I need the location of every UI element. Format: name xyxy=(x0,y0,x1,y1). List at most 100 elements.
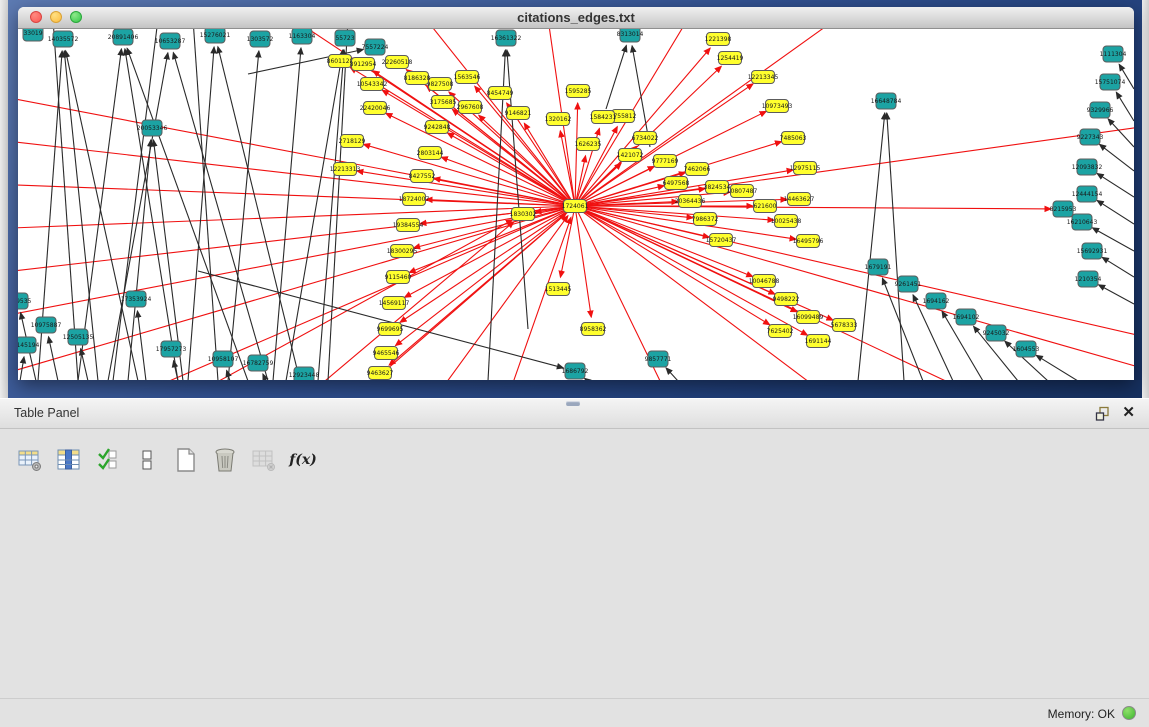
graph-node-16782759[interactable]: 16782759 xyxy=(243,355,274,371)
graph-node-2803144[interactable]: 2803144 xyxy=(417,147,444,160)
memory-status-icon[interactable] xyxy=(1122,706,1136,720)
graph-node-18724007[interactable]: 18724007 xyxy=(399,193,430,206)
graph-node-9465546[interactable]: 9465546 xyxy=(373,347,400,360)
graph-node-1145194[interactable]: 1145194 xyxy=(18,337,40,353)
graph-node-14569117[interactable]: 14569117 xyxy=(379,297,410,310)
graph-node-10973493[interactable]: 10973493 xyxy=(762,100,793,113)
graph-node-17353924[interactable]: 17353924 xyxy=(121,291,152,307)
graph-node-6497568[interactable]: 6497568 xyxy=(663,177,690,190)
graph-node-1691144[interactable]: 1691144 xyxy=(805,335,832,348)
row-height-icon[interactable] xyxy=(133,446,161,474)
graph-node-14035572[interactable]: 14035572 xyxy=(48,31,79,47)
graph-node-10807487[interactable]: 10807487 xyxy=(727,185,758,198)
graph-node-1210354[interactable]: 1210354 xyxy=(1075,271,1102,287)
graph-node-10543342[interactable]: 10543342 xyxy=(357,78,388,91)
graph-node-1604553[interactable]: 1604553 xyxy=(1013,341,1040,357)
graph-node-1421072[interactable]: 1421072 xyxy=(617,149,644,162)
graph-node-7557224[interactable]: 7557224 xyxy=(362,39,389,55)
graph-node-1584231[interactable]: 1584231 xyxy=(590,111,617,124)
graph-node-7625402[interactable]: 7625402 xyxy=(767,325,794,338)
new-table-icon[interactable] xyxy=(172,446,200,474)
graph-node-8912954[interactable]: 8912954 xyxy=(350,58,377,71)
graph-node-9827508[interactable]: 9827508 xyxy=(427,78,454,91)
graph-node-9242848[interactable]: 9242848 xyxy=(424,121,451,134)
graph-node-2069535[interactable]: 2069535 xyxy=(18,293,32,309)
graph-node-12923448[interactable]: 12923448 xyxy=(289,367,320,380)
graph-node-1686792[interactable]: 1686792 xyxy=(562,363,589,379)
graph-node-15692931[interactable]: 15692931 xyxy=(1077,243,1108,259)
graph-node-1320162[interactable]: 1320162 xyxy=(545,113,572,126)
graph-node-1830302[interactable]: 1830302 xyxy=(510,208,537,221)
graph-node-5678333[interactable]: 5678333 xyxy=(831,319,858,332)
select-rows-icon[interactable] xyxy=(94,446,122,474)
network-canvas[interactable]: 3301914035572208914061065328715276021130… xyxy=(18,29,1134,380)
graph-node-1163304[interactable]: 1163304 xyxy=(289,29,316,44)
graph-node-55723[interactable]: 55723 xyxy=(335,30,355,46)
graph-node-16361322[interactable]: 16361322 xyxy=(491,30,522,46)
graph-node-14463627[interactable]: 14463627 xyxy=(784,193,815,206)
delete-table-icon[interactable] xyxy=(211,446,239,474)
graph-node-12975115[interactable]: 12975115 xyxy=(790,162,821,175)
graph-node-1724061[interactable]: 1724061 xyxy=(562,200,589,213)
graph-node-9777169[interactable]: 9777169 xyxy=(652,155,679,168)
network-window-titlebar[interactable]: citations_edges.txt xyxy=(18,7,1134,29)
function-builder-icon[interactable]: f(x) xyxy=(289,446,317,474)
graph-node-1626235[interactable]: 1626235 xyxy=(575,138,602,151)
graph-node-16099489[interactable]: 16099489 xyxy=(793,311,824,324)
graph-node-33019[interactable]: 33019 xyxy=(23,29,43,41)
graph-node-10025438[interactable]: 10025438 xyxy=(771,215,802,228)
graph-node-7485063[interactable]: 7485063 xyxy=(780,132,807,145)
graph-node-1694162[interactable]: 1694162 xyxy=(923,293,950,309)
graph-node-15751074[interactable]: 15751074 xyxy=(1095,74,1126,90)
graph-node-1595285[interactable]: 1595285 xyxy=(565,85,592,98)
graph-node-12093832[interactable]: 12093832 xyxy=(1072,159,1103,175)
graph-node-9227343[interactable]: 9227343 xyxy=(1077,129,1104,145)
graph-node-10653287[interactable]: 10653287 xyxy=(155,33,186,49)
float-window-icon[interactable] xyxy=(1095,406,1111,422)
graph-node-9857771[interactable]: 9857771 xyxy=(645,351,672,367)
graph-node-1513445[interactable]: 1513445 xyxy=(545,283,572,296)
graph-node-9245032[interactable]: 9245032 xyxy=(983,325,1010,341)
graph-node-8215953[interactable]: 8215953 xyxy=(1050,201,1077,217)
graph-node-10046788[interactable]: 10046788 xyxy=(749,275,780,288)
graph-node-1221398[interactable]: 1221398 xyxy=(705,33,732,46)
graph-node-9498222[interactable]: 9498222 xyxy=(773,293,800,306)
graph-node-8186328[interactable]: 8186328 xyxy=(404,72,431,85)
table-settings-icon[interactable] xyxy=(16,446,44,474)
graph-node-9699695[interactable]: 9699695 xyxy=(377,323,404,336)
graph-node-1679191[interactable]: 1679191 xyxy=(865,259,892,275)
graph-node-9261451[interactable]: 9261451 xyxy=(895,276,922,292)
graph-node-16495796[interactable]: 16495796 xyxy=(793,235,824,248)
graph-node-6734022[interactable]: 6734022 xyxy=(632,132,659,145)
graph-node-7462066[interactable]: 7462066 xyxy=(684,163,711,176)
graph-node-1254419[interactable]: 1254419 xyxy=(717,52,744,65)
graph-node-20364436[interactable]: 20364436 xyxy=(675,195,706,208)
graph-node-12444154[interactable]: 12444154 xyxy=(1072,186,1103,202)
graph-node-8454749[interactable]: 8454749 xyxy=(487,87,514,100)
graph-node-22420046[interactable]: 22420046 xyxy=(360,102,391,115)
graph-node-1694102[interactable]: 1694102 xyxy=(953,309,980,325)
graph-node-9146821[interactable]: 9146821 xyxy=(505,107,532,120)
graph-node-8427552[interactable]: 8427552 xyxy=(409,170,436,183)
graph-node-10975887[interactable]: 10975887 xyxy=(31,317,62,333)
graph-node-20053346[interactable]: 20053346 xyxy=(137,120,168,136)
splitter-handle[interactable] xyxy=(566,401,580,406)
graph-node-12213313[interactable]: 12213313 xyxy=(330,163,361,176)
network-svg[interactable]: 3301914035572208914061065328715276021130… xyxy=(18,29,1134,380)
graph-node-3175685[interactable]: 3175685 xyxy=(430,96,457,109)
graph-node-12213345[interactable]: 12213345 xyxy=(748,71,779,84)
graph-node-22260518[interactable]: 22260518 xyxy=(382,56,413,69)
graph-node-9115460[interactable]: 9115460 xyxy=(385,271,412,284)
graph-node-1563546[interactable]: 1563546 xyxy=(454,71,481,84)
graph-node-1111304[interactable]: 1111304 xyxy=(1100,46,1127,62)
graph-node-19384554[interactable]: 19384554 xyxy=(393,219,424,232)
graph-node-18300295[interactable]: 18300295 xyxy=(387,245,418,258)
close-panel-icon[interactable]: ✕ xyxy=(1122,403,1135,421)
graph-node-9463627[interactable]: 9463627 xyxy=(367,367,394,380)
graph-node-7986372[interactable]: 7986372 xyxy=(692,213,719,226)
graph-node-15276021[interactable]: 15276021 xyxy=(200,29,231,43)
graph-node-12505135[interactable]: 12505135 xyxy=(63,329,94,345)
graph-node-8958362[interactable]: 8958362 xyxy=(580,323,607,336)
graph-node-15720437[interactable]: 15720437 xyxy=(706,234,737,247)
graph-node-2967608[interactable]: 2967608 xyxy=(457,101,484,114)
